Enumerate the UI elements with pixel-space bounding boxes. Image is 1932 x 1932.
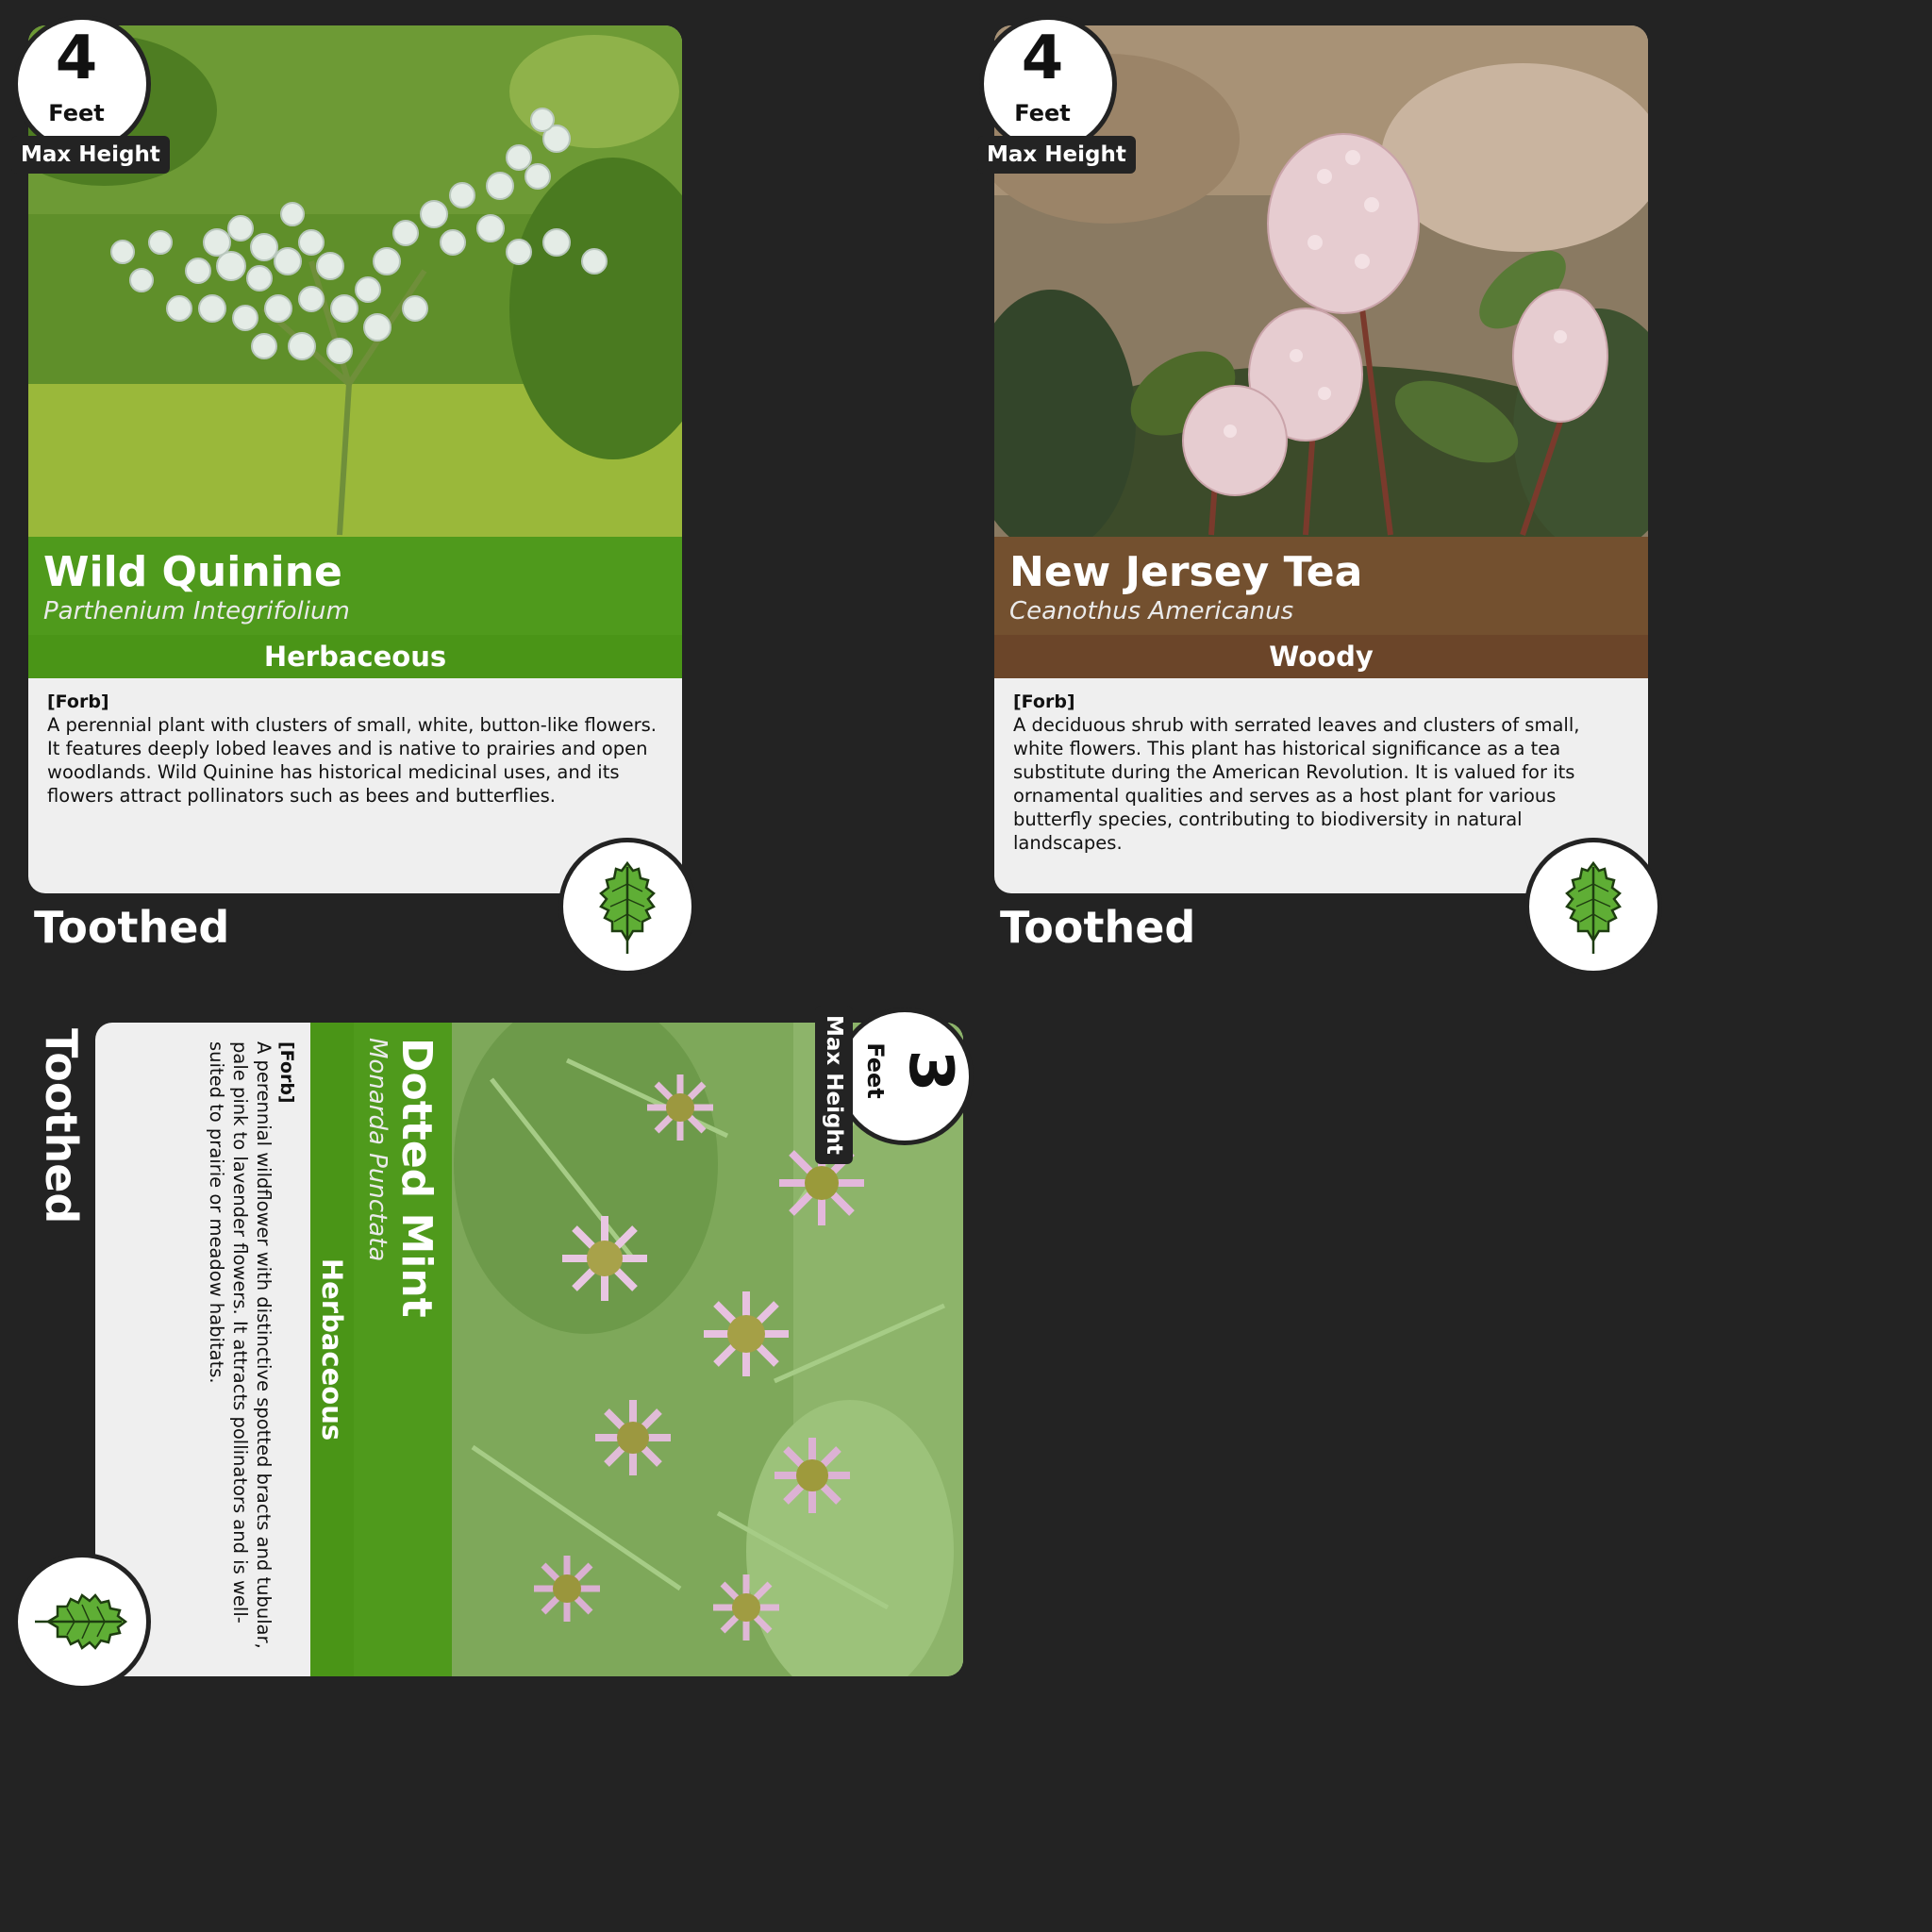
- plant-latin-name: Ceanothus Americanus: [1009, 597, 1294, 625]
- max-height-value: 4: [55, 24, 98, 93]
- max-height-value: 3: [895, 1049, 965, 1092]
- max-height-label: Max Height: [11, 136, 170, 174]
- max-height-badge: 4 Feet Max Height: [8, 9, 170, 174]
- plant-description-text: A deciduous shrub with serrated leaves a…: [1013, 714, 1580, 854]
- plant-category-tag: [Forb]: [1013, 691, 1075, 712]
- max-height-unit: Feet: [48, 100, 105, 126]
- title-band: Wild Quinine Parthenium Integrifolium: [28, 537, 682, 635]
- leaf-shape-badge: [13, 1553, 151, 1690]
- toothed-leaf-icon: [1565, 860, 1622, 954]
- plant-type-label: Herbaceous: [310, 1023, 354, 1676]
- title-band: Dotted Mint Monarda Punctata: [354, 1023, 452, 1676]
- max-height-label: Max Height: [977, 136, 1136, 174]
- leaf-shape-badge: [558, 838, 696, 975]
- plant-common-name: Dotted Mint: [392, 1038, 441, 1318]
- leaf-shape-label: Toothed: [36, 1028, 87, 1224]
- title-band: New Jersey Tea Ceanothus Americanus: [994, 537, 1648, 635]
- plant-description: [Forb] A deciduous shrub with serrated l…: [1013, 691, 1626, 855]
- plant-type-label: Herbaceous: [28, 635, 682, 678]
- max-height-value: 4: [1021, 24, 1064, 93]
- toothed-leaf-icon: [35, 1593, 128, 1650]
- plant-category-tag: [Forb]: [47, 691, 109, 712]
- max-height-unit: Feet: [862, 1042, 889, 1099]
- max-height-badge: 3 Feet Max Height: [815, 1002, 979, 1164]
- plant-description: [Forb] A perennial plant with clusters o…: [47, 691, 660, 808]
- plant-description-text: A perennial wildflower with distinctive …: [206, 1041, 275, 1649]
- leaf-shape-badge: [1524, 838, 1662, 975]
- plant-latin-name: Monarda Punctata: [363, 1038, 391, 1262]
- plant-category-tag: [Forb]: [276, 1041, 297, 1104]
- plant-latin-name: Parthenium Integrifolium: [43, 597, 350, 625]
- rotated-card-group: Dotted Mint Monarda Punctata Herbaceous …: [13, 1006, 974, 1890]
- toothed-leaf-icon: [599, 860, 656, 954]
- plant-description-text: A perennial plant with clusters of small…: [47, 714, 658, 807]
- max-height-unit: Feet: [1014, 100, 1071, 126]
- plant-common-name: Wild Quinine: [43, 548, 342, 596]
- leaf-shape-label: Toothed: [34, 902, 230, 953]
- plant-type-label: Woody: [994, 635, 1648, 678]
- max-height-badge: 4 Feet Max Height: [974, 9, 1136, 174]
- leaf-shape-label: Toothed: [1000, 902, 1196, 953]
- plant-common-name: New Jersey Tea: [1009, 548, 1363, 596]
- max-height-label: Max Height: [815, 1006, 853, 1164]
- plant-description: [Forb] A perennial wildflower with disti…: [205, 1041, 297, 1655]
